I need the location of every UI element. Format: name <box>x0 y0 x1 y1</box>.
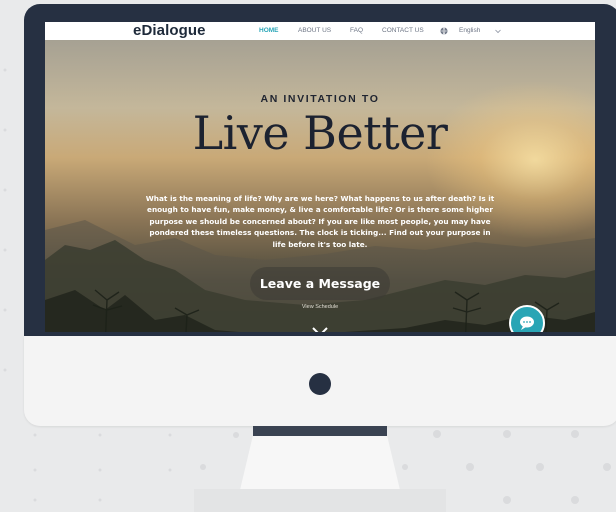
chat-button[interactable] <box>509 305 545 332</box>
site-logo[interactable]: eDialogue <box>133 22 206 40</box>
nav-about-us[interactable]: ABOUT US <box>298 22 331 40</box>
leave-message-button[interactable]: Leave a Message <box>250 267 390 300</box>
nav-home[interactable]: HOME <box>259 22 279 40</box>
globe-icon[interactable] <box>440 27 448 35</box>
monitor-stand <box>240 436 400 490</box>
hero-description: What is the meaning of life? Why are we … <box>145 194 495 249</box>
website-screen: AN INVITATION TO Live Better What is the… <box>45 22 595 332</box>
monitor-base <box>194 489 446 512</box>
nav-contact-us[interactable]: CONTACT US <box>382 22 424 40</box>
language-dropdown-chevron-icon[interactable] <box>494 27 502 35</box>
monitor-camera <box>309 373 331 395</box>
chat-bubble-icon <box>520 316 534 330</box>
hero-title: Live Better <box>192 106 448 160</box>
language-selector[interactable]: English <box>459 22 480 40</box>
scroll-down-chevron-icon[interactable] <box>311 326 329 332</box>
monitor-neck-joint <box>253 426 387 436</box>
nav-faq[interactable]: FAQ <box>350 22 363 40</box>
top-navigation: eDialogue HOME ABOUT US FAQ CONTACT US E… <box>45 22 595 40</box>
hero-section: AN INVITATION TO Live Better What is the… <box>45 40 595 332</box>
hero-kicker: AN INVITATION TO <box>260 93 380 105</box>
